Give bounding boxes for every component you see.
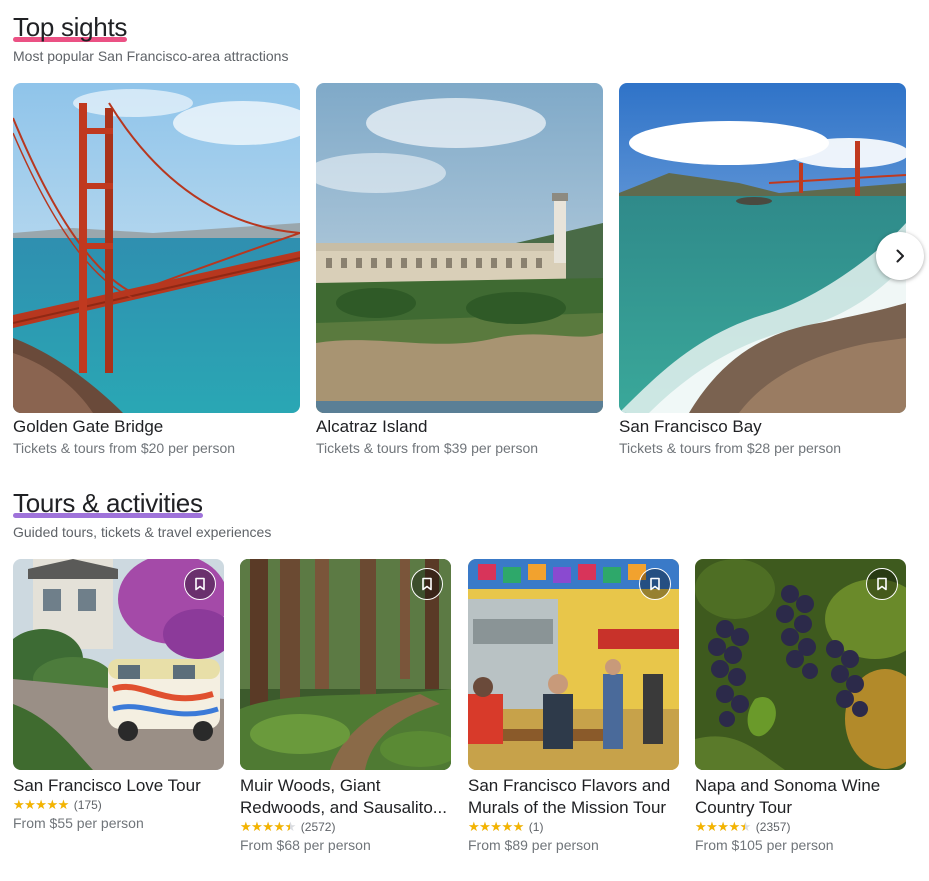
tour-price: From $68 per person — [240, 837, 371, 853]
star-rating-fill: ★★★★★ — [13, 798, 69, 811]
sight-card-alcatraz-island[interactable]: Alcatraz Island Tickets & tours from $39… — [316, 83, 603, 456]
sight-name[interactable]: Golden Gate Bridge — [13, 417, 300, 437]
tour-card-napa-sonoma[interactable]: Napa and Sonoma Wine Country Tour ★★★★★ ★… — [695, 559, 906, 853]
bookmark-icon — [877, 577, 887, 591]
mission-taqueria-photo[interactable] — [468, 559, 679, 770]
sight-card-golden-gate-bridge[interactable]: Golden Gate Bridge Tickets & tours from … — [13, 83, 300, 456]
sight-price-info: Tickets & tours from $20 per person — [13, 440, 236, 456]
golden-gate-bridge-photo[interactable] — [13, 83, 300, 413]
sight-price-info: Tickets & tours from $39 per person — [316, 440, 539, 456]
tour-name[interactable]: San Francisco Flavors and Murals of the … — [468, 775, 679, 819]
san-francisco-bay-photo[interactable] — [619, 83, 906, 413]
star-rating-fill: ★★★★★ — [468, 820, 524, 833]
rating-row: ★★★★★ ★★★★★ (1) — [468, 819, 679, 834]
review-count: (2357) — [755, 819, 791, 834]
rating-row: ★★★★★ ★★★★★ (2572) — [240, 819, 451, 834]
star-rating: ★★★★★ ★★★★★ — [13, 797, 69, 812]
tour-card-mission-flavors[interactable]: San Francisco Flavors and Murals of the … — [468, 559, 679, 853]
wine-grapes-photo[interactable] — [695, 559, 906, 770]
tour-name[interactable]: Napa and Sonoma Wine Country Tour — [695, 775, 906, 819]
tour-name[interactable]: Muir Woods, Giant Redwoods, and Sausalit… — [240, 775, 451, 819]
top-sights-subtitle: Most popular San Francisco-area attracti… — [13, 48, 289, 64]
sight-name[interactable]: San Francisco Bay — [619, 417, 906, 437]
love-tour-van-photo[interactable] — [13, 559, 224, 770]
sight-name[interactable]: Alcatraz Island — [316, 417, 603, 437]
save-button[interactable] — [866, 568, 898, 600]
star-rating-fill: ★★★★★ — [695, 820, 746, 833]
tour-name[interactable]: San Francisco Love Tour — [13, 775, 224, 797]
rating-row: ★★★★★ ★★★★★ (175) — [13, 797, 224, 812]
sight-card-san-francisco-bay[interactable]: San Francisco Bay Tickets & tours from $… — [619, 83, 906, 456]
rating-row: ★★★★★ ★★★★★ (2357) — [695, 819, 906, 834]
star-rating: ★★★★★ ★★★★★ — [695, 819, 751, 834]
save-button[interactable] — [184, 568, 216, 600]
tour-price: From $55 per person — [13, 815, 144, 831]
bookmark-icon — [422, 577, 432, 591]
save-button[interactable] — [639, 568, 671, 600]
tours-activities-subtitle: Guided tours, tickets & travel experienc… — [13, 524, 272, 540]
sight-price-info: Tickets & tours from $28 per person — [619, 440, 842, 456]
review-count: (175) — [73, 797, 102, 812]
tour-price: From $105 per person — [695, 837, 834, 853]
bookmark-icon — [195, 577, 205, 591]
alcatraz-island-photo[interactable] — [316, 83, 603, 413]
top-sights-title: Top sights — [13, 12, 128, 42]
tours-activities-title: Tours & activities — [13, 488, 203, 518]
star-rating: ★★★★★ ★★★★★ — [240, 819, 296, 834]
bookmark-icon — [650, 577, 660, 591]
star-rating: ★★★★★ ★★★★★ — [468, 819, 524, 834]
review-count: (1) — [528, 819, 544, 834]
review-count: (2572) — [300, 819, 336, 834]
carousel-next-button[interactable] — [876, 232, 924, 280]
star-rating-fill: ★★★★★ — [240, 820, 291, 833]
tour-card-love-tour[interactable]: San Francisco Love Tour ★★★★★ ★★★★★ (175)… — [13, 559, 224, 831]
tour-price: From $89 per person — [468, 837, 599, 853]
tour-card-muir-woods[interactable]: Muir Woods, Giant Redwoods, and Sausalit… — [240, 559, 451, 853]
chevron-right-icon — [896, 249, 904, 263]
redwood-forest-photo[interactable] — [240, 559, 451, 770]
save-button[interactable] — [411, 568, 443, 600]
